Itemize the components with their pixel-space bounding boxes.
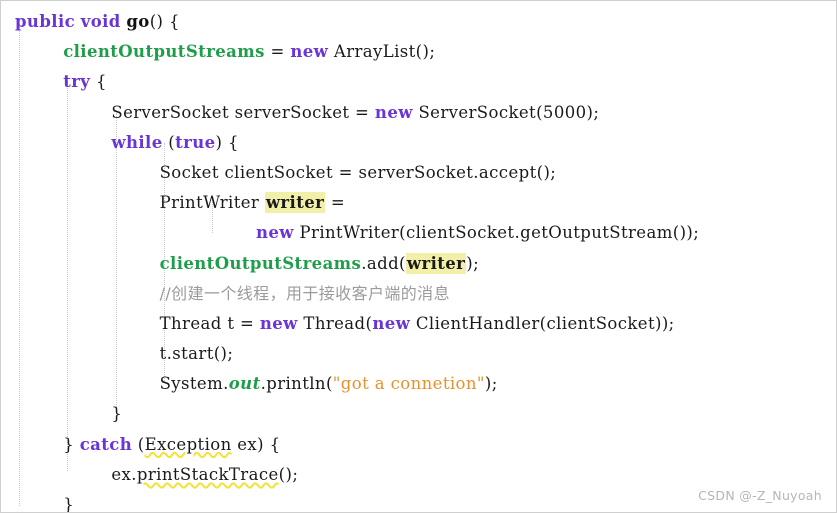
code-token: catch <box>79 434 133 454</box>
code-token: Thread t = <box>159 313 260 333</box>
code-token: ( <box>132 434 145 454</box>
code-token: { <box>90 72 107 92</box>
code-block[interactable]: public void go() {clientOutputStreams = … <box>1 1 836 513</box>
code-token: clientOutputStreams <box>63 42 265 62</box>
code-token: new <box>259 313 298 333</box>
code-line-9[interactable]: clientOutputStreams.add(writer); <box>1 249 836 279</box>
code-token: ) { <box>215 132 239 152</box>
code-token: = <box>325 193 346 213</box>
code-token: .add( <box>361 253 406 273</box>
code-line-content: System.out.println("got a connetion"); <box>15 374 498 393</box>
code-token: = <box>264 42 291 62</box>
code-token: .println( <box>260 374 333 394</box>
code-token: System. <box>159 374 229 394</box>
code-token: void <box>80 12 121 31</box>
code-line-content: } catch (Exception ex) { <box>15 435 281 454</box>
code-token: () { <box>149 12 180 31</box>
code-token: //创建一个线程，用于接收客户端的消息 <box>159 283 450 303</box>
code-line-content: //创建一个线程，用于接收客户端的消息 <box>15 284 450 303</box>
code-token: PrintWriter(clientSocket.getOutputStream… <box>293 223 700 243</box>
code-token: ArrayList(); <box>328 42 436 62</box>
code-line-content: clientOutputStreams.add(writer); <box>15 252 480 274</box>
code-line-content: PrintWriter writer = <box>15 192 346 214</box>
code-token: Exception <box>144 434 232 454</box>
code-line-3[interactable]: try { <box>1 67 836 97</box>
code-line-content: new PrintWriter(clientSocket.getOutputSt… <box>15 223 699 242</box>
code-line-14[interactable]: } <box>1 399 836 429</box>
code-token: ServerSocket( <box>412 102 543 122</box>
code-screenshot: public void go() {clientOutputStreams = … <box>0 0 837 513</box>
code-token: writer <box>405 252 467 274</box>
code-line-16[interactable]: ex.printStackTrace(); <box>1 460 836 490</box>
code-line-content: ServerSocket serverSocket = new ServerSo… <box>15 103 599 122</box>
code-token: (); <box>278 464 299 484</box>
code-token: printStackTrace <box>136 464 279 484</box>
code-line-15[interactable]: } catch (Exception ex) { <box>1 430 836 460</box>
code-token: ( <box>162 132 176 152</box>
code-line-content: ex.printStackTrace(); <box>15 465 298 484</box>
code-token: go <box>126 12 150 31</box>
code-token: new <box>372 313 411 333</box>
code-line-12[interactable]: t.start(); <box>1 339 836 369</box>
code-line-content: while (true) { <box>15 133 239 152</box>
code-token: } <box>63 434 80 454</box>
code-token: new <box>374 102 413 122</box>
code-line-4[interactable]: ServerSocket serverSocket = new ServerSo… <box>1 98 836 128</box>
code-token: t.start(); <box>159 344 234 364</box>
code-line-2[interactable]: clientOutputStreams = new ArrayList(); <box>1 37 836 67</box>
code-line-1[interactable]: public void go() { <box>1 7 836 37</box>
code-token: } <box>111 404 123 424</box>
code-token: clientOutputStreams <box>159 253 362 273</box>
code-line-content: Thread t = new Thread(new ClientHandler(… <box>15 314 675 333</box>
code-line-content: } <box>15 404 122 423</box>
code-token: 5000 <box>542 102 587 122</box>
code-line-content: public void go() { <box>15 12 180 31</box>
code-token: public <box>15 12 76 31</box>
code-line-content: t.start(); <box>15 344 233 363</box>
code-line-content: } <box>15 495 75 513</box>
code-token: writer <box>264 192 326 214</box>
code-token: new <box>256 223 294 243</box>
code-token: ServerSocket serverSocket = <box>111 102 375 122</box>
code-line-10[interactable]: //创建一个线程，用于接收客户端的消息 <box>1 279 836 309</box>
code-token: "got a connetion" <box>332 374 485 394</box>
code-line-content: Socket clientSocket = serverSocket.accep… <box>15 163 556 182</box>
code-token: ex) { <box>231 434 281 454</box>
code-token: ex. <box>111 464 137 484</box>
code-line-6[interactable]: Socket clientSocket = serverSocket.accep… <box>1 158 836 188</box>
code-token: Thread( <box>297 313 373 333</box>
csdn-watermark: CSDN @-Z_Nuyoah <box>698 488 822 503</box>
code-line-7[interactable]: PrintWriter writer = <box>1 188 836 218</box>
code-token: try <box>63 72 91 92</box>
code-line-13[interactable]: System.out.println("got a connetion"); <box>1 369 836 399</box>
code-token: ClientHandler(clientSocket)); <box>410 313 675 333</box>
code-line-11[interactable]: Thread t = new Thread(new ClientHandler(… <box>1 309 836 339</box>
code-line-content: try { <box>15 72 107 91</box>
code-line-5[interactable]: while (true) { <box>1 128 836 158</box>
code-token: ); <box>484 374 498 394</box>
code-token: ); <box>466 253 480 273</box>
code-token: PrintWriter <box>159 193 265 213</box>
code-token: true <box>175 132 216 152</box>
code-token: ); <box>586 102 600 122</box>
code-token: Socket clientSocket = serverSocket.accep… <box>159 162 557 182</box>
code-token: new <box>290 42 329 62</box>
code-token: out <box>228 374 261 394</box>
code-line-8[interactable]: new PrintWriter(clientSocket.getOutputSt… <box>1 218 836 248</box>
code-line-content: clientOutputStreams = new ArrayList(); <box>15 42 435 61</box>
code-token: } <box>63 495 75 513</box>
code-token: while <box>111 132 163 152</box>
